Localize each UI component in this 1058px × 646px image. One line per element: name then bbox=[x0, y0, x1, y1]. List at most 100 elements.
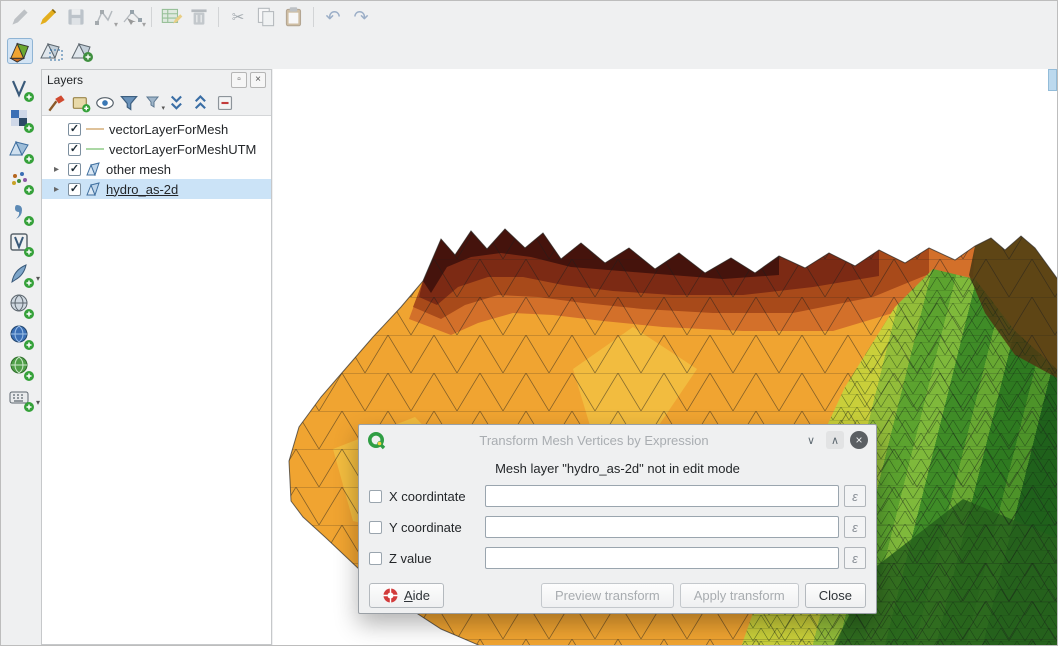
dialog-button-row: Aide Preview transform Apply transform C… bbox=[369, 583, 866, 608]
manage-layers-toolbar: ▾ ▾ bbox=[1, 75, 41, 413]
layer-item-vectorLayerForMesh[interactable]: ✓ vectorLayerForMesh bbox=[42, 119, 271, 139]
y-coordinate-row: Y coordinate ε bbox=[369, 515, 866, 539]
mesh-digitizing-icon[interactable] bbox=[7, 38, 33, 64]
qgis-window: ▾ ▾ ✂ ↶ ↷ ▾ bbox=[0, 0, 1058, 646]
collapse-all-icon[interactable] bbox=[191, 93, 211, 113]
help-button-label: Aide bbox=[404, 588, 430, 603]
delete-selected-icon[interactable] bbox=[186, 4, 212, 30]
close-button[interactable]: Close bbox=[805, 583, 866, 608]
manage-map-themes-icon[interactable] bbox=[95, 93, 115, 113]
layer-item-vectorLayerForMeshUTM[interactable]: ✓ vectorLayerForMeshUTM bbox=[42, 139, 271, 159]
undo-icon[interactable]: ↶ bbox=[320, 4, 346, 30]
digitize-tool-icon[interactable]: ▾ bbox=[91, 4, 117, 30]
mesh-transform-icon[interactable] bbox=[69, 38, 95, 64]
redo-icon[interactable]: ↷ bbox=[348, 4, 374, 30]
add-raster-layer-icon[interactable] bbox=[6, 106, 36, 134]
help-lifebuoy-icon bbox=[383, 588, 398, 603]
layer-checkbox[interactable]: ✓ bbox=[68, 183, 81, 196]
paste-features-icon[interactable] bbox=[281, 4, 307, 30]
dropdown-arrow-icon: ▾ bbox=[161, 104, 165, 112]
toolbar-separator bbox=[313, 7, 314, 27]
add-wcs-layer-icon[interactable] bbox=[6, 354, 36, 382]
help-button[interactable]: Aide bbox=[369, 583, 444, 608]
layer-checkbox[interactable]: ✓ bbox=[68, 143, 81, 156]
layer-styling-icon[interactable] bbox=[47, 93, 67, 113]
layer-checkbox[interactable]: ✓ bbox=[68, 163, 81, 176]
add-virtual-layer-icon[interactable] bbox=[6, 230, 36, 258]
layer-item-other-mesh[interactable]: ▸ ✓ other mesh bbox=[42, 159, 271, 179]
y-coordinate-checkbox[interactable] bbox=[369, 521, 382, 534]
dropdown-arrow-icon: ▾ bbox=[36, 398, 40, 407]
add-vector-layer-icon[interactable] bbox=[6, 75, 36, 103]
qgis-logo-icon bbox=[367, 431, 386, 450]
mesh-selection-icon[interactable] bbox=[38, 38, 64, 64]
z-value-input[interactable] bbox=[485, 547, 839, 569]
x-coordinate-input[interactable] bbox=[485, 485, 839, 507]
dialog-title-bar[interactable]: Transform Mesh Vertices by Expression ∨ … bbox=[359, 425, 876, 455]
line-symbol-icon bbox=[86, 128, 104, 130]
add-mesh-layer-icon[interactable] bbox=[6, 137, 36, 165]
apply-transform-button[interactable]: Apply transform bbox=[680, 583, 799, 608]
add-group-icon[interactable] bbox=[71, 93, 91, 113]
cut-features-icon[interactable]: ✂ bbox=[225, 4, 251, 30]
mesh-layer-icon bbox=[86, 162, 101, 176]
toolbar-separator bbox=[218, 7, 219, 27]
panel-close-icon[interactable]: × bbox=[250, 72, 266, 88]
x-coordinate-row: X coordintate ε bbox=[369, 484, 866, 508]
filter-legend-icon[interactable] bbox=[119, 93, 139, 113]
transform-mesh-vertices-dialog: Transform Mesh Vertices by Expression ∨ … bbox=[358, 424, 877, 614]
add-spatialite-layer-icon[interactable]: ▾ bbox=[6, 261, 36, 289]
layer-tree: ✓ vectorLayerForMesh ✓ vectorLayerForMes… bbox=[42, 115, 271, 644]
z-expression-button[interactable]: ε bbox=[844, 547, 866, 569]
x-coordinate-checkbox[interactable] bbox=[369, 490, 382, 503]
dialog-message: Mesh layer "hydro_as-2d" not in edit mod… bbox=[359, 461, 876, 476]
z-value-row: Z value ε bbox=[369, 546, 866, 570]
dialog-close-icon[interactable]: × bbox=[850, 431, 868, 449]
toggle-editing-icon[interactable] bbox=[35, 4, 61, 30]
y-expression-button[interactable]: ε bbox=[844, 516, 866, 538]
panel-float-icon[interactable]: ▫ bbox=[231, 72, 247, 88]
layer-label: other mesh bbox=[106, 162, 171, 177]
digitizing-toolbar: ▾ ▾ ✂ ↶ ↷ bbox=[1, 1, 1057, 33]
layer-label: vectorLayerForMesh bbox=[109, 122, 228, 137]
preview-transform-button[interactable]: Preview transform bbox=[541, 583, 674, 608]
x-expression-button[interactable]: ε bbox=[844, 485, 866, 507]
toolbar-separator bbox=[151, 7, 152, 27]
y-coordinate-input[interactable] bbox=[485, 516, 839, 538]
layers-panel-header: Layers ▫ × bbox=[42, 70, 271, 90]
remove-layer-icon[interactable] bbox=[215, 93, 235, 113]
save-edits-icon[interactable] bbox=[63, 4, 89, 30]
mesh-layer-icon bbox=[86, 182, 101, 196]
add-delimited-text-layer-icon[interactable] bbox=[6, 199, 36, 227]
modify-attributes-icon[interactable] bbox=[158, 4, 184, 30]
mesh-digitizing-toolbar bbox=[1, 33, 95, 69]
dropdown-arrow-icon: ▾ bbox=[114, 21, 118, 29]
expander-icon[interactable]: ▸ bbox=[50, 164, 63, 175]
layer-label: vectorLayerForMeshUTM bbox=[109, 142, 256, 157]
expand-all-icon[interactable] bbox=[167, 93, 187, 113]
layer-label: hydro_as-2d bbox=[106, 182, 178, 197]
copy-features-icon[interactable] bbox=[253, 4, 279, 30]
canvas-scrollbar[interactable] bbox=[1048, 69, 1057, 91]
add-point-cloud-layer-icon[interactable] bbox=[6, 168, 36, 196]
dialog-expand-icon[interactable]: ∧ bbox=[826, 431, 844, 449]
layers-panel: Layers ▫ × ▾ ✓ vectorLayerForMesh bbox=[41, 69, 272, 645]
layers-panel-toolbar: ▾ bbox=[42, 90, 271, 115]
z-value-checkbox[interactable] bbox=[369, 552, 382, 565]
current-edits-icon[interactable] bbox=[7, 4, 33, 30]
vertex-tool-icon[interactable]: ▾ bbox=[119, 4, 145, 30]
expander-icon[interactable]: ▸ bbox=[50, 184, 63, 195]
layers-panel-title: Layers bbox=[47, 73, 228, 87]
add-wfs-layer-icon[interactable] bbox=[6, 323, 36, 351]
layer-checkbox[interactable]: ✓ bbox=[68, 123, 81, 136]
layer-item-hydro-as-2d[interactable]: ▸ ✓ hydro_as-2d bbox=[42, 179, 271, 199]
dialog-title: Transform Mesh Vertices by Expression bbox=[392, 433, 796, 448]
dropdown-arrow-icon: ▾ bbox=[142, 21, 146, 29]
z-value-label: Z value bbox=[382, 551, 485, 566]
line-symbol-icon bbox=[86, 148, 104, 150]
add-wms-layer-icon[interactable] bbox=[6, 292, 36, 320]
dialog-collapse-icon[interactable]: ∨ bbox=[802, 431, 820, 449]
filter-by-expression-icon[interactable]: ▾ bbox=[143, 93, 163, 113]
add-web-layer-icon[interactable]: ▾ bbox=[6, 385, 36, 413]
x-coordinate-label: X coordintate bbox=[382, 489, 485, 504]
